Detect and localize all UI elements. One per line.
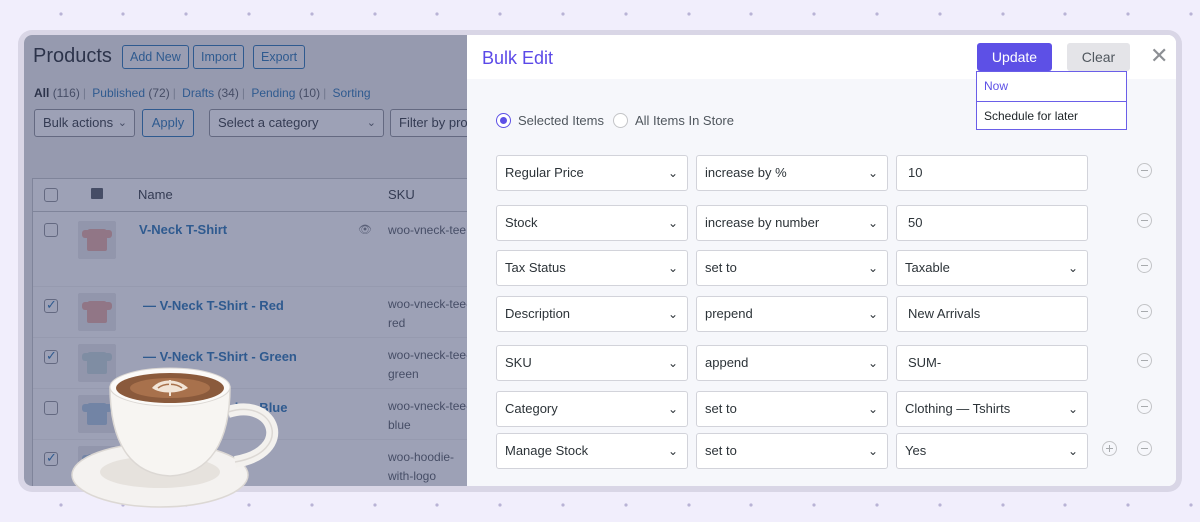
action-select[interactable]: set to ⌄ [696,433,888,469]
remove-rule-icon[interactable] [1137,304,1152,319]
remove-rule-icon[interactable] [1137,213,1152,228]
chevron-down-icon: ⌄ [867,402,878,416]
action-select[interactable]: append ⌄ [696,345,888,381]
value-select[interactable]: Clothing — Tshirts ⌄ [896,391,1088,427]
close-icon[interactable]: ✕ [1150,43,1168,69]
chevron-down-icon: ⌄ [867,356,878,370]
field-select[interactable]: Description ⌄ [496,296,688,332]
bulk-edit-panel: Bulk Edit Update Clear ✕ Now Schedule fo… [467,35,1176,486]
chevron-down-icon: ⌄ [867,307,878,321]
radio-label: All Items In Store [635,113,734,128]
remove-rule-icon[interactable] [1137,258,1152,273]
chevron-down-icon: ⌄ [867,444,878,458]
remove-rule-icon[interactable] [1137,353,1152,368]
field-select[interactable]: Manage Stock ⌄ [496,433,688,469]
chevron-down-icon: ⌄ [667,166,678,180]
action-select[interactable]: increase by % ⌄ [696,155,888,191]
remove-rule-icon[interactable] [1137,163,1152,178]
chevron-down-icon: ⌄ [1067,444,1078,458]
update-menu: Now Schedule for later [976,71,1127,130]
field-select[interactable]: SKU ⌄ [496,345,688,381]
menu-item-schedule-later[interactable]: Schedule for later [977,101,1126,130]
field-select[interactable]: Regular Price ⌄ [496,155,688,191]
field-select[interactable]: Category ⌄ [496,391,688,427]
value-input[interactable]: New Arrivals [896,296,1088,332]
field-select[interactable]: Tax Status ⌄ [496,250,688,286]
add-rule-icon[interactable] [1102,441,1117,456]
radio-label: Selected Items [518,113,604,128]
chevron-down-icon: ⌄ [1067,402,1078,416]
chevron-down-icon: ⌄ [667,216,678,230]
value-select[interactable]: Yes ⌄ [896,433,1088,469]
panel-title: Bulk Edit [482,48,554,68]
chevron-down-icon: ⌄ [1067,261,1078,275]
chevron-down-icon: ⌄ [667,356,678,370]
chevron-down-icon: ⌄ [667,307,678,321]
value-input[interactable]: 10 [896,155,1088,191]
chevron-down-icon: ⌄ [667,444,678,458]
chevron-down-icon: ⌄ [867,216,878,230]
chevron-down-icon: ⌄ [867,261,878,275]
chevron-down-icon: ⌄ [667,261,678,275]
remove-rule-icon[interactable] [1137,441,1152,456]
coffee-cup-image [71,367,279,508]
action-select[interactable]: prepend ⌄ [696,296,888,332]
update-button[interactable]: Update [977,43,1052,71]
action-select[interactable]: set to ⌄ [696,250,888,286]
value-input[interactable]: 50 [896,205,1088,241]
radio-selected-items[interactable] [496,113,511,128]
menu-item-now[interactable]: Now [977,72,1126,101]
remove-rule-icon[interactable] [1137,399,1152,414]
field-select[interactable]: Stock ⌄ [496,205,688,241]
action-select[interactable]: increase by number ⌄ [696,205,888,241]
action-select[interactable]: set to ⌄ [696,391,888,427]
chevron-down-icon: ⌄ [867,166,878,180]
value-input[interactable]: SUM- [896,345,1088,381]
clear-button[interactable]: Clear [1067,43,1130,71]
value-select[interactable]: Taxable ⌄ [896,250,1088,286]
radio-all-items[interactable] [613,113,628,128]
chevron-down-icon: ⌄ [667,402,678,416]
